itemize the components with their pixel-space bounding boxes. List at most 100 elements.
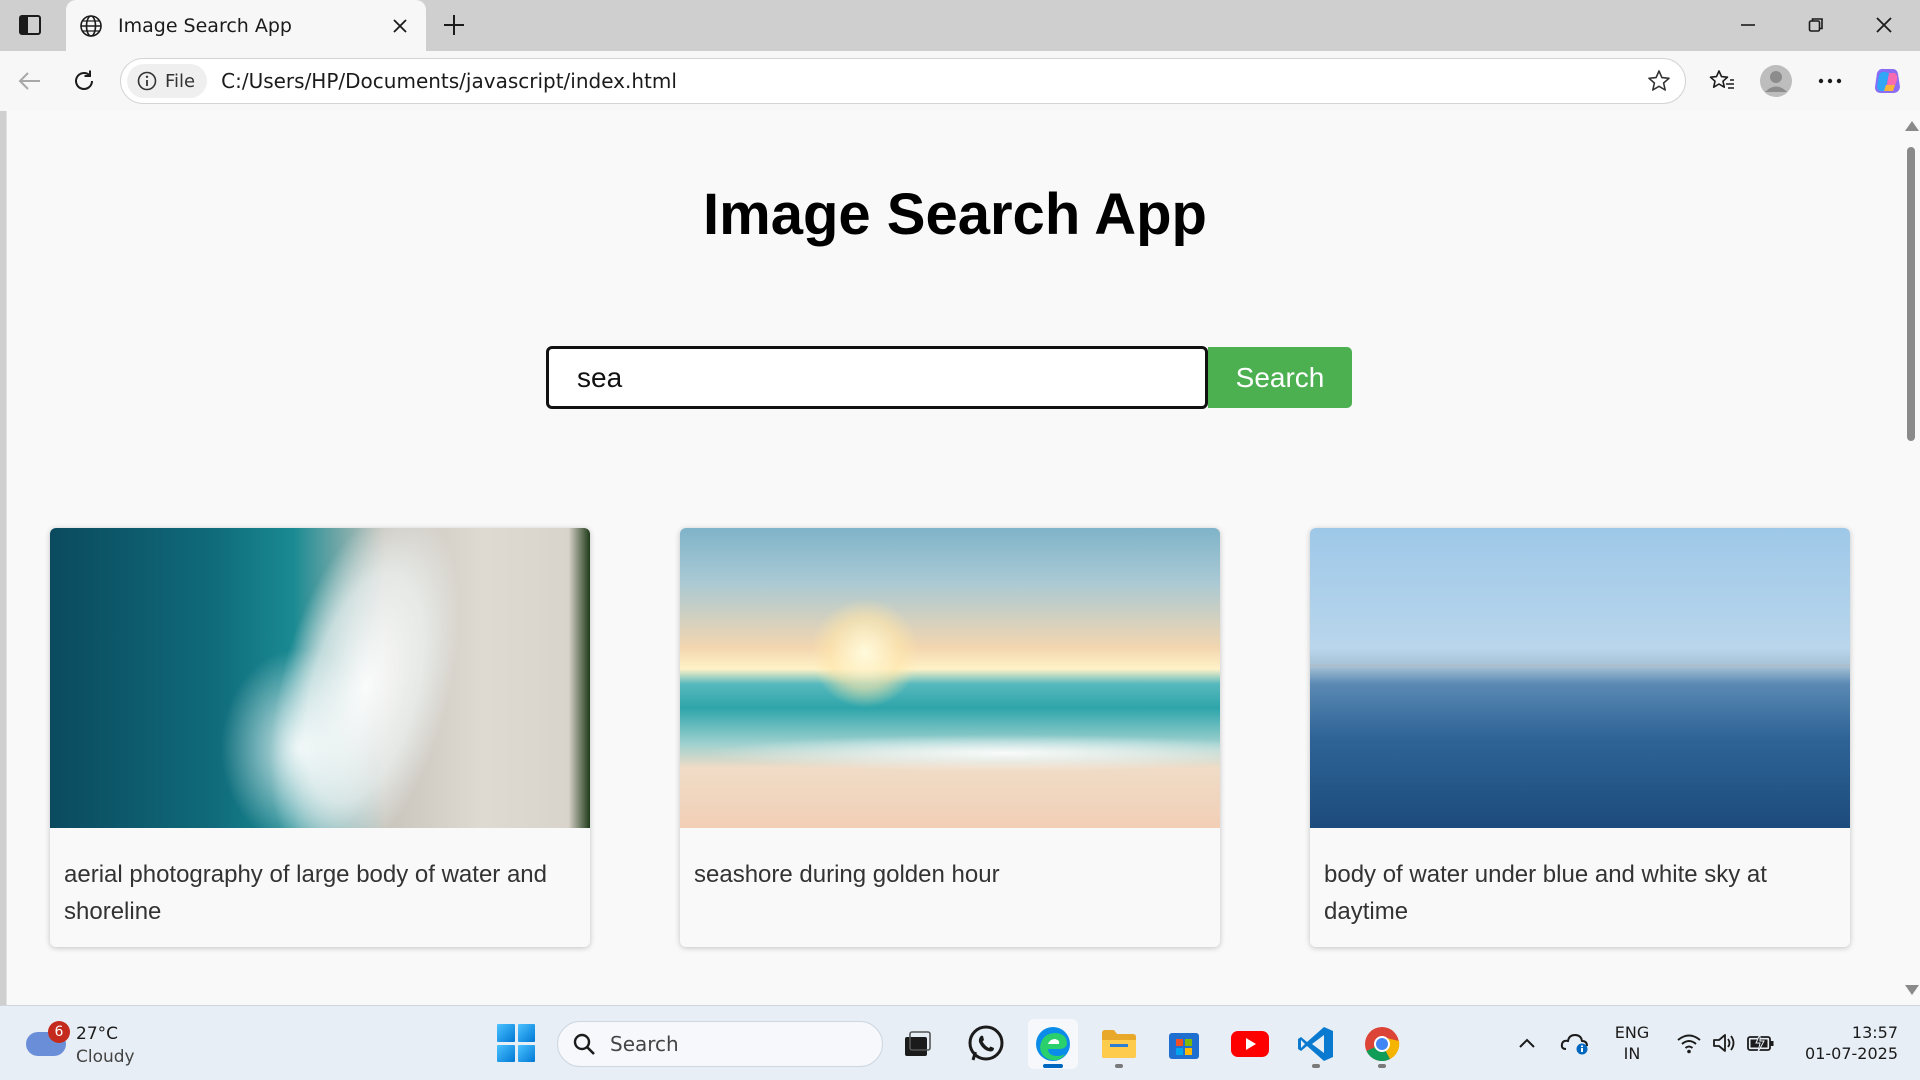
active-indicator: [1043, 1064, 1063, 1068]
language-code: ENG: [1614, 1023, 1650, 1042]
close-tab-button[interactable]: [386, 12, 414, 40]
weather-temperature: 27°C: [76, 1024, 119, 1044]
tab-title: Image Search App: [118, 14, 292, 37]
copilot-button[interactable]: [1866, 61, 1908, 101]
page-title: Image Search App: [703, 182, 1207, 247]
wave-foam: [220, 648, 380, 828]
task-view-icon: [905, 1031, 931, 1056]
site-info-label: File: [165, 70, 196, 92]
whatsapp-icon: [968, 1025, 1004, 1061]
show-hidden-icons-button[interactable]: [1512, 1028, 1542, 1058]
favorite-button[interactable]: [1639, 61, 1679, 101]
copilot-icon: [1875, 68, 1900, 93]
edge-icon: [1036, 1027, 1070, 1061]
sidebar-toggle-button[interactable]: [12, 10, 48, 40]
back-icon: [18, 72, 40, 90]
edge-app[interactable]: [1028, 1019, 1078, 1069]
browser-toolbar: File C:/Users/HP/Documents/javascript/in…: [0, 51, 1920, 111]
region-code: IN: [1623, 1044, 1641, 1063]
page-scrollbar[interactable]: [1902, 111, 1920, 1005]
volume-button[interactable]: [1710, 1028, 1740, 1058]
whatsapp-app[interactable]: [961, 1019, 1011, 1069]
taskbar-search[interactable]: Search: [557, 1021, 883, 1067]
file-explorer-app[interactable]: [1094, 1019, 1144, 1069]
result-caption: body of water under blue and white sky a…: [1324, 861, 1767, 925]
minimize-icon: [1741, 24, 1755, 26]
search-icon: [573, 1033, 595, 1055]
search-button[interactable]: Search: [1208, 347, 1352, 408]
result-card[interactable]: aerial photography of large body of wate…: [50, 528, 590, 947]
chrome-icon: [1365, 1027, 1400, 1062]
clock-time: 13:57: [1851, 1023, 1898, 1042]
scroll-up-arrow[interactable]: [1905, 121, 1919, 131]
result-caption: seashore during golden hour: [694, 861, 1000, 888]
back-button[interactable]: [10, 61, 50, 101]
close-icon: [1876, 17, 1892, 33]
vscode-app[interactable]: [1291, 1019, 1341, 1069]
battery-charging-icon: [1747, 1034, 1774, 1052]
task-view-button[interactable]: [893, 1019, 943, 1069]
address-bar[interactable]: File C:/Users/HP/Documents/javascript/in…: [120, 58, 1686, 104]
page-viewport: Image Search App Search aerial photograp…: [6, 111, 1920, 1005]
weather-condition: Cloudy: [76, 1047, 135, 1067]
youtube-icon: [1231, 1031, 1269, 1057]
sidebar-icon: [19, 15, 41, 35]
horizon-line: [1310, 664, 1850, 668]
more-button[interactable]: [1809, 61, 1851, 101]
volume-icon: [1713, 1034, 1735, 1052]
profile-button[interactable]: [1755, 61, 1797, 101]
minimize-button[interactable]: [1724, 8, 1772, 42]
vscode-icon: [1298, 1027, 1333, 1061]
close-icon: [393, 18, 407, 33]
chevron-up-icon: [1519, 1038, 1535, 1048]
result-card[interactable]: body of water under blue and white sky a…: [1310, 528, 1850, 947]
more-icon: [1818, 78, 1842, 84]
star-icon: [1648, 70, 1670, 91]
refresh-icon: [75, 70, 93, 90]
site-info-button[interactable]: File: [127, 64, 208, 98]
scroll-thumb[interactable]: [1907, 147, 1915, 441]
sun-glow: [810, 598, 920, 708]
input-language-indicator[interactable]: ENG IN: [1612, 1022, 1652, 1064]
wifi-icon: [1677, 1034, 1701, 1054]
start-button[interactable]: [497, 1024, 535, 1062]
new-tab-button[interactable]: [436, 8, 472, 42]
clock-date: 01-07-2025: [1805, 1044, 1898, 1063]
youtube-app[interactable]: [1225, 1019, 1275, 1069]
result-image[interactable]: [50, 528, 590, 828]
folder-icon: [1102, 1030, 1136, 1058]
cloud-sync-icon: [1560, 1033, 1588, 1055]
taskbar: 6 27°C Cloudy Search ENG IN 13:57 01-07-…: [0, 1005, 1920, 1080]
microsoft-store-app[interactable]: [1159, 1019, 1209, 1069]
result-caption: aerial photography of large body of wate…: [64, 861, 547, 925]
url-text[interactable]: C:/Users/HP/Documents/javascript/index.h…: [221, 69, 1639, 93]
profile-icon: [1760, 65, 1792, 97]
wave-foam: [680, 733, 1220, 773]
info-icon: [137, 71, 157, 91]
browser-title-bar: Image Search App: [0, 0, 1920, 51]
search-input[interactable]: [546, 346, 1208, 409]
result-image[interactable]: [1310, 528, 1850, 828]
search-form: Search: [546, 346, 1352, 409]
wifi-button[interactable]: [1674, 1028, 1704, 1058]
scroll-down-arrow[interactable]: [1905, 985, 1919, 995]
chrome-app[interactable]: [1357, 1019, 1407, 1069]
notification-badge: 6: [48, 1021, 70, 1043]
open-indicator: [1378, 1064, 1386, 1068]
globe-icon: [78, 13, 104, 39]
store-icon: [1169, 1033, 1199, 1059]
close-window-button[interactable]: [1860, 8, 1908, 42]
result-image[interactable]: [680, 528, 1220, 828]
weather-widget[interactable]: 6 27°C Cloudy: [26, 1018, 146, 1070]
open-indicator: [1115, 1064, 1123, 1068]
refresh-button[interactable]: [64, 61, 104, 101]
system-clock[interactable]: 13:57 01-07-2025: [1790, 1022, 1898, 1064]
result-card[interactable]: seashore during golden hour: [680, 528, 1220, 947]
open-indicator: [1312, 1064, 1320, 1068]
battery-button[interactable]: [1746, 1028, 1776, 1058]
restore-button[interactable]: [1792, 8, 1840, 42]
onedrive-button[interactable]: [1560, 1028, 1590, 1058]
browser-tab-active[interactable]: Image Search App: [66, 0, 426, 51]
favorites-button[interactable]: [1701, 61, 1743, 101]
search-results: aerial photography of large body of wate…: [50, 528, 1850, 947]
